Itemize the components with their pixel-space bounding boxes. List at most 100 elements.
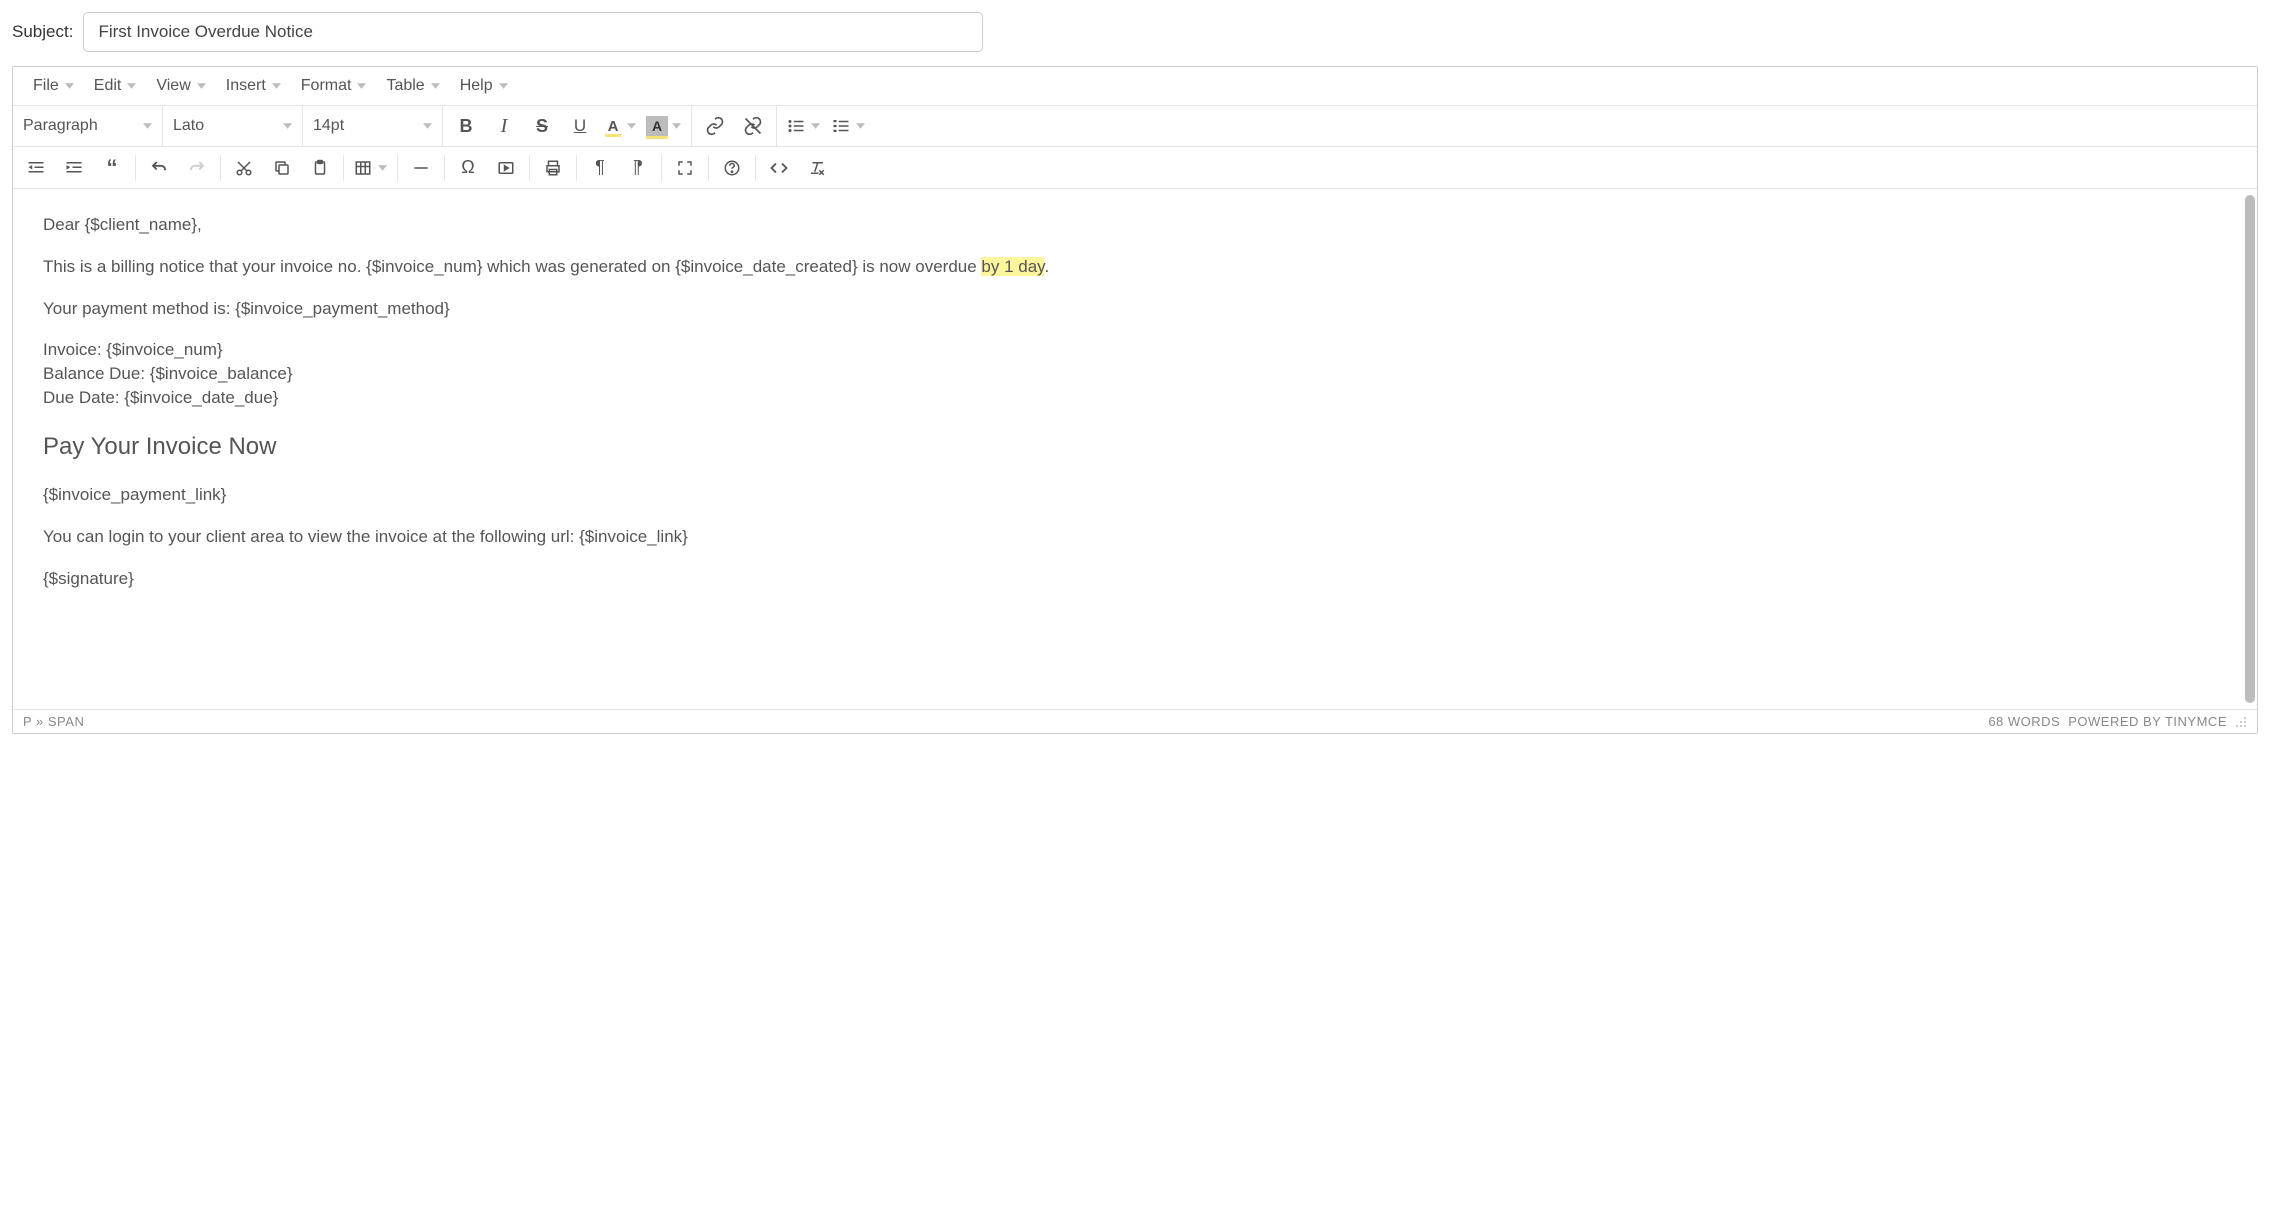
media-icon: [497, 159, 515, 177]
ltr-button[interactable]: ¶: [581, 150, 619, 186]
resize-grip-icon[interactable]: [2235, 716, 2247, 728]
rtl-icon: ¶: [633, 157, 643, 178]
special-char-button[interactable]: Ω: [449, 150, 487, 186]
redo-icon: [188, 159, 206, 177]
fullscreen-button[interactable]: [666, 150, 704, 186]
bold-button[interactable]: B: [447, 108, 485, 144]
text-color-icon: A: [602, 118, 624, 135]
menu-edit[interactable]: Edit: [84, 73, 147, 99]
fullscreen-icon: [676, 159, 694, 177]
table-button[interactable]: [348, 150, 393, 186]
code-button[interactable]: [760, 150, 798, 186]
element-path[interactable]: P » SPAN: [23, 714, 84, 729]
branding: POWERED BY TINYMCE: [2068, 714, 2227, 729]
blockquote-icon: “: [107, 155, 118, 181]
copy-icon: [273, 159, 291, 177]
menu-format[interactable]: Format: [291, 73, 377, 99]
menu-file-label: File: [33, 77, 59, 95]
caret-icon: [143, 123, 152, 129]
font-size-value: 14pt: [313, 117, 344, 135]
content-text: This is a billing notice that your invoi…: [43, 257, 981, 276]
link-group: [692, 106, 777, 146]
omega-icon: Ω: [461, 157, 474, 178]
block-format-value: Paragraph: [23, 117, 98, 135]
link-icon: [705, 116, 725, 136]
menu-file[interactable]: File: [23, 73, 84, 99]
indent-button[interactable]: [55, 150, 93, 186]
menu-view[interactable]: View: [146, 73, 215, 99]
content-text: .: [1044, 257, 1049, 276]
menu-edit-label: Edit: [94, 77, 122, 95]
table-icon: [354, 159, 372, 177]
cut-icon: [235, 159, 253, 177]
statusbar: P » SPAN 68 WORDS POWERED BY TINYMCE: [13, 709, 2257, 733]
caret-icon: [423, 123, 432, 129]
bg-color-button[interactable]: A: [642, 108, 687, 144]
numbered-list-button[interactable]: [826, 108, 871, 144]
menu-insert[interactable]: Insert: [216, 73, 291, 99]
caret-icon: [499, 83, 508, 89]
clear-format-button[interactable]: [798, 150, 836, 186]
bullet-list-button[interactable]: [781, 108, 826, 144]
menu-help[interactable]: Help: [450, 73, 518, 99]
font-family-value: Lato: [173, 117, 204, 135]
font-family-select[interactable]: Lato: [163, 106, 303, 146]
unlink-button[interactable]: [734, 108, 772, 144]
menu-insert-label: Insert: [226, 77, 266, 95]
undo-icon: [150, 159, 168, 177]
scrollbar[interactable]: [2245, 195, 2255, 703]
italic-button[interactable]: I: [485, 108, 523, 144]
block-format-select[interactable]: Paragraph: [13, 106, 163, 146]
font-size-select[interactable]: 14pt: [303, 106, 443, 146]
outdent-button[interactable]: [17, 150, 55, 186]
menubar: File Edit View Insert Format Table Help: [13, 67, 2257, 106]
subject-input[interactable]: [83, 12, 983, 52]
editor-content[interactable]: Dear {$client_name}, This is a billing n…: [13, 189, 2257, 709]
underline-button[interactable]: U: [561, 108, 599, 144]
bg-color-icon: A: [646, 116, 668, 136]
media-button[interactable]: [487, 150, 525, 186]
toolbar-row-2: “ Ω ¶ ¶: [13, 147, 2257, 189]
content-line: {$invoice_payment_link}: [43, 483, 2227, 507]
code-icon: [769, 159, 789, 177]
caret-icon: [283, 123, 292, 129]
caret-icon: [378, 165, 393, 171]
copy-button[interactable]: [263, 150, 301, 186]
text-color-button[interactable]: A: [599, 108, 642, 144]
strikethrough-icon: S: [536, 116, 548, 137]
toolbar-row-1: Paragraph Lato 14pt B I S U A A: [13, 106, 2257, 147]
menu-table[interactable]: Table: [376, 73, 449, 99]
content-heading: Pay Your Invoice Now: [43, 430, 2227, 464]
caret-icon: [672, 123, 687, 129]
caret-icon: [627, 123, 642, 129]
word-count[interactable]: 68 WORDS: [1988, 714, 2060, 729]
outdent-icon: [27, 159, 45, 177]
undo-button[interactable]: [140, 150, 178, 186]
caret-icon: [811, 123, 826, 129]
list-group: [777, 106, 875, 146]
rtl-button[interactable]: ¶: [619, 150, 657, 186]
menu-view-label: View: [156, 77, 190, 95]
highlighted-text: by 1 day: [981, 257, 1044, 276]
editor: File Edit View Insert Format Table Help …: [12, 66, 2258, 734]
horizontal-rule-button[interactable]: [402, 150, 440, 186]
invoice-details: Invoice: {$invoice_num} Balance Due: {$i…: [43, 338, 2227, 409]
redo-button[interactable]: [178, 150, 216, 186]
underline-icon: U: [574, 116, 586, 136]
cut-button[interactable]: [225, 150, 263, 186]
link-button[interactable]: [696, 108, 734, 144]
strikethrough-button[interactable]: S: [523, 108, 561, 144]
print-button[interactable]: [534, 150, 572, 186]
blockquote-button[interactable]: “: [93, 150, 131, 186]
help-button[interactable]: [713, 150, 751, 186]
caret-icon: [65, 83, 74, 89]
caret-icon: [272, 83, 281, 89]
content-line: Invoice: {$invoice_num}: [43, 338, 2227, 362]
unlink-icon: [743, 116, 763, 136]
content-line: Dear {$client_name},: [43, 213, 2227, 237]
paste-button[interactable]: [301, 150, 339, 186]
caret-icon: [431, 83, 440, 89]
caret-icon: [856, 123, 871, 129]
content-line: This is a billing notice that your invoi…: [43, 255, 2227, 279]
paste-icon: [311, 159, 329, 177]
